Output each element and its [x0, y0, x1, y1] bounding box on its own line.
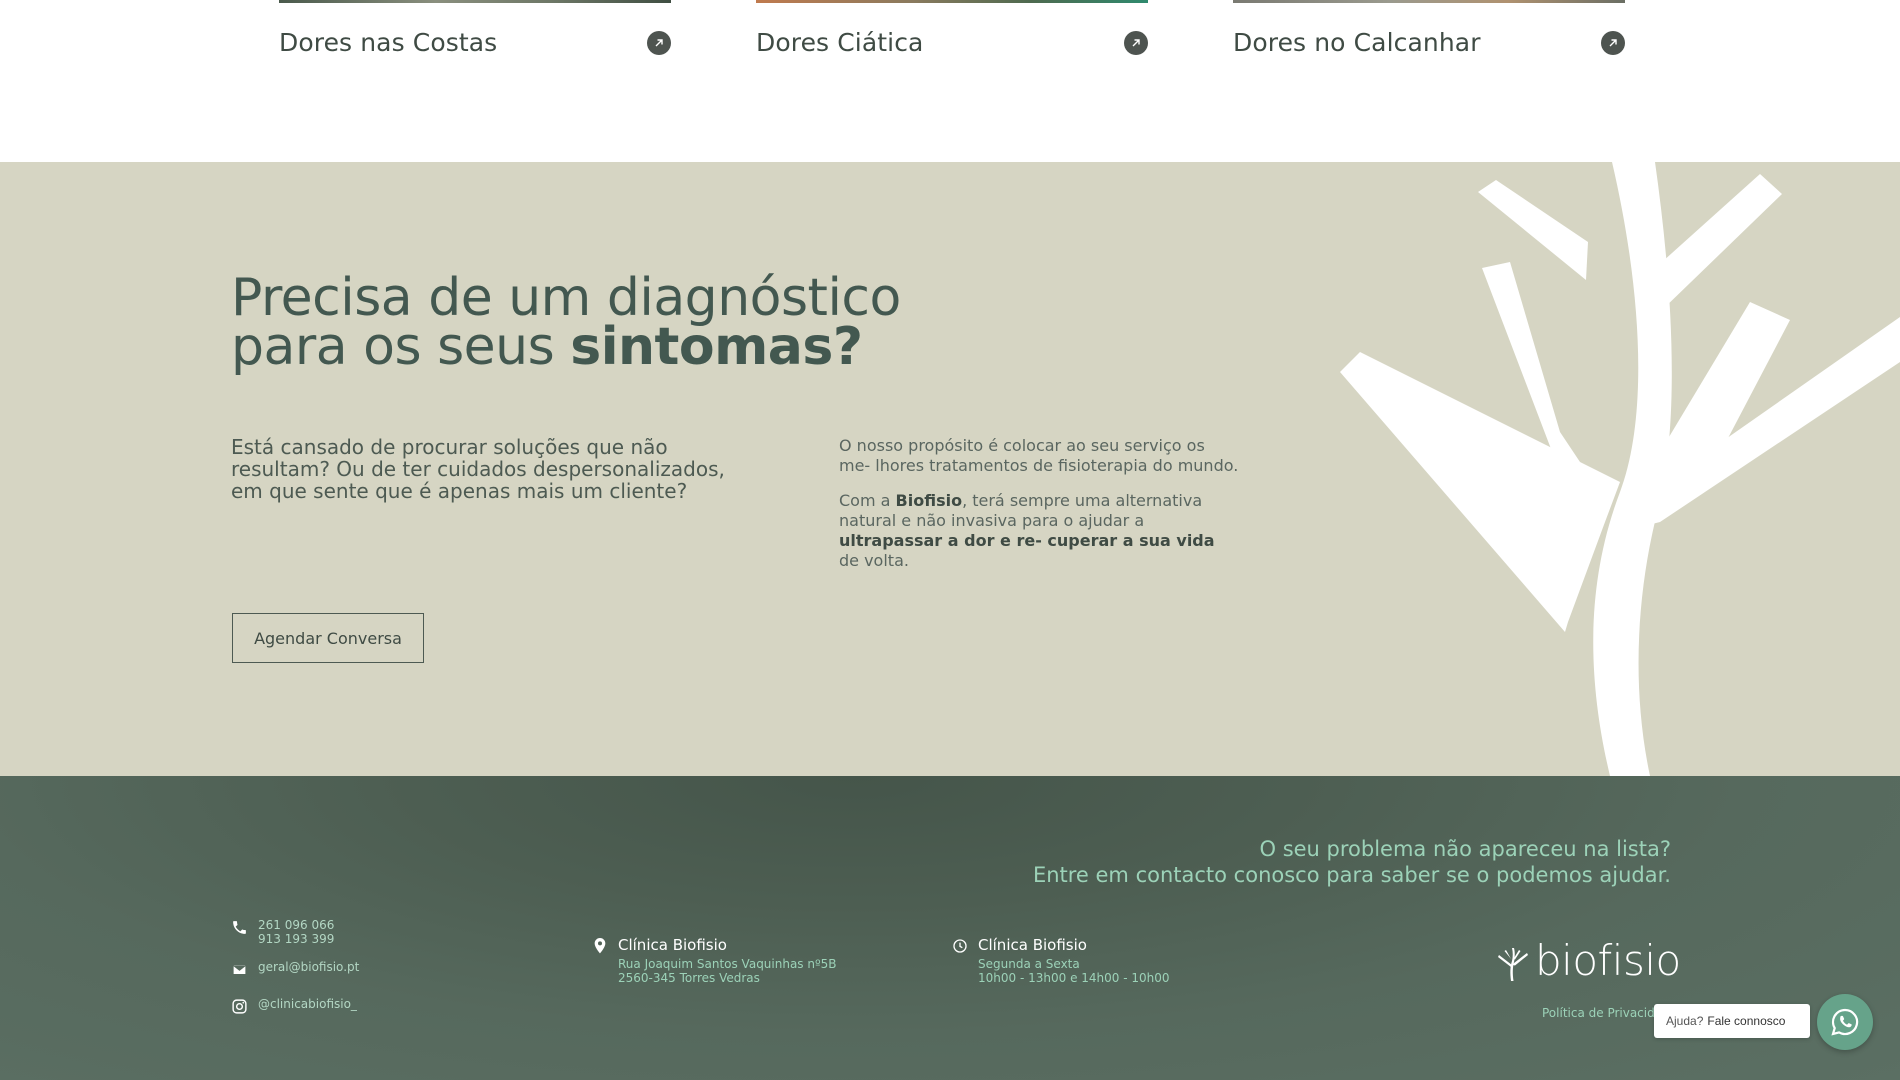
card-dores-costas[interactable]: Dores nas Costas [279, 0, 671, 70]
clock-icon [953, 939, 967, 953]
whatsapp-chat-button[interactable] [1817, 994, 1873, 1050]
arrow-up-right-icon[interactable] [1124, 31, 1148, 55]
schedule-conversation-button[interactable]: Agendar Conversa [232, 613, 424, 663]
tree-illustration [1340, 162, 1900, 776]
arrow-up-right-icon[interactable] [1601, 31, 1625, 55]
diagnostic-body: O nosso propósito é colocar ao seu servi… [839, 436, 1239, 586]
arrow-up-right-icon[interactable] [647, 31, 671, 55]
card-image [1233, 0, 1625, 3]
whatsapp-icon [1831, 1008, 1859, 1036]
instagram-icon [232, 999, 247, 1014]
card-title: Dores nas Costas [279, 28, 498, 57]
phone-contact[interactable]: 261 096 066 913 193 399 [231, 918, 334, 946]
instagram-contact[interactable]: @clinicabiofisio_ [231, 997, 357, 1015]
body-paragraph-2: Com a Biofisio, terá sempre uma alternat… [839, 491, 1215, 570]
card-image [279, 0, 671, 3]
biofisio-logo[interactable]: biofisio [1497, 940, 1681, 982]
mail-icon [232, 964, 247, 975]
card-title: Dores no Calcanhar [1233, 28, 1481, 57]
address-block: Clínica Biofisio Rua Joaquim Santos Vaqu… [592, 936, 837, 985]
email-contact[interactable]: geral@biofisio.pt [231, 960, 359, 978]
treatments-strip: Dores nas Costas Dores Ciática Dores no … [0, 0, 1900, 162]
body-paragraph-1: O nosso propósito é colocar ao seu servi… [839, 436, 1239, 475]
card-dores-ciatica[interactable]: Dores Ciática [756, 0, 1148, 70]
diagnostic-section: Precisa de um diagnóstico para os seus s… [0, 162, 1900, 776]
tree-logo-icon [1498, 948, 1528, 981]
hours-block: Clínica Biofisio Segunda a Sexta 10h00 -… [952, 936, 1170, 985]
footer-cta-text: O seu problema não apareceu na lista? En… [1032, 837, 1671, 887]
phone-icon [233, 921, 246, 934]
card-image [756, 0, 1148, 3]
card-title: Dores Ciática [756, 28, 924, 57]
card-dores-calcanhar[interactable]: Dores no Calcanhar [1233, 0, 1625, 70]
diagnostic-lead: Está cansado de procurar soluções que nã… [231, 435, 725, 503]
location-pin-icon [594, 938, 606, 954]
footer: O seu problema não apareceu na lista? En… [0, 776, 1900, 1080]
chat-help-bubble[interactable]: Ajuda? Fale connosco [1654, 1004, 1810, 1038]
diagnostic-heading: Precisa de um diagnóstico para os seus s… [231, 268, 901, 377]
